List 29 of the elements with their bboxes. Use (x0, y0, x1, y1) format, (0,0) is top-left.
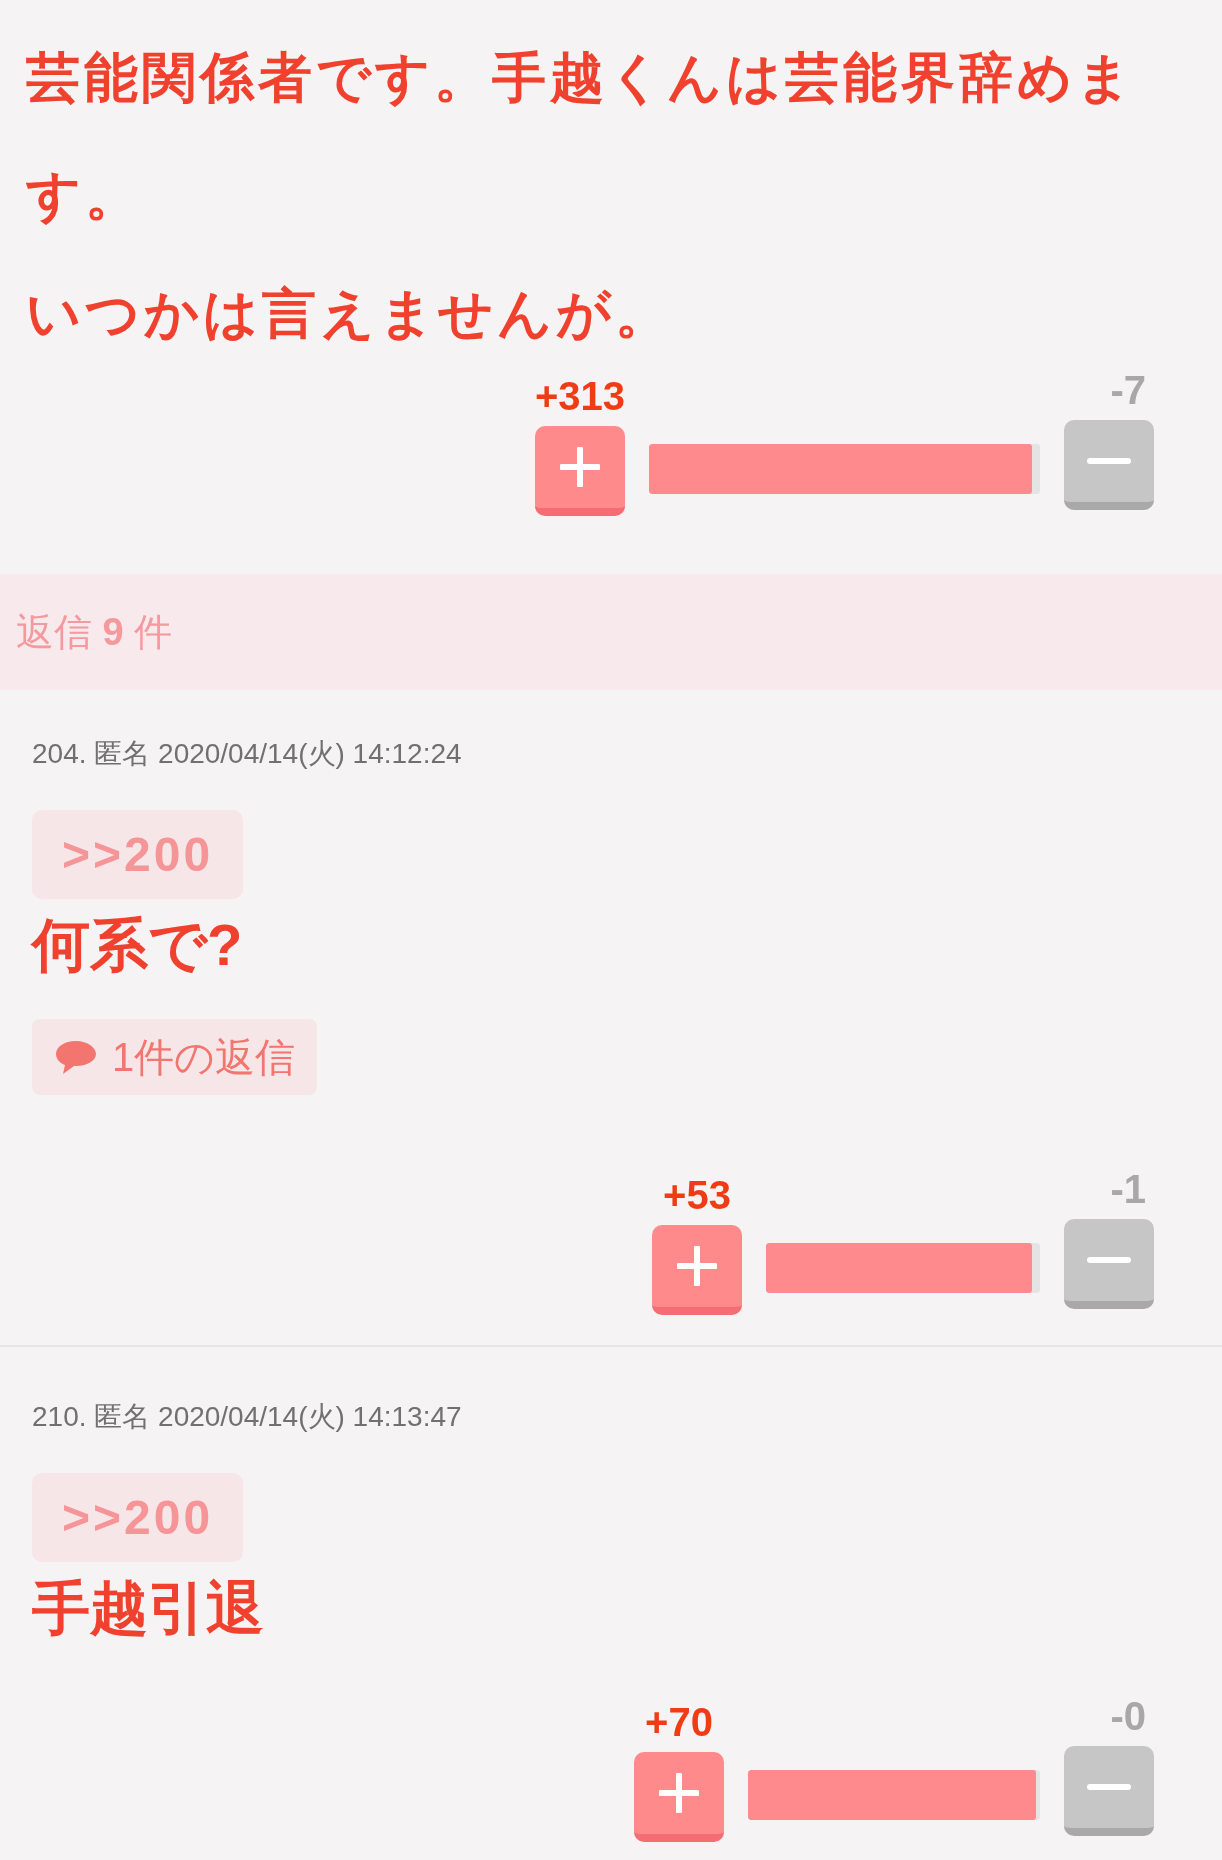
plus-icon (677, 1246, 717, 1286)
minus-icon (1087, 457, 1131, 465)
minus-button[interactable] (1064, 1746, 1154, 1836)
reply-anchor-link[interactable]: >>200 (32, 810, 244, 899)
plus-icon (559, 447, 600, 487)
minus-icon (1087, 1783, 1131, 1791)
plus-icon (659, 1773, 699, 1813)
replies-link[interactable]: 1件の返信 (32, 1019, 318, 1095)
speech-bubble-icon (54, 1039, 98, 1075)
plus-button[interactable] (634, 1752, 724, 1842)
plus-count: +313 (534, 374, 625, 418)
minus-button[interactable] (1064, 1219, 1154, 1309)
post-text: 芸能関係者です。手越くんは芸能界辞めます。 (26, 46, 1136, 227)
reply-anchor-link[interactable]: >>200 (32, 1473, 244, 1562)
reply-text: 何系で? (32, 911, 244, 979)
plus-button[interactable] (652, 1225, 742, 1315)
plus-count: +70 (645, 1700, 713, 1744)
minus-button[interactable] (1064, 420, 1154, 510)
post-meta: 204. 匿名 2020/04/14(火) 14:12:24 (32, 737, 463, 771)
replies-count: 返信 9 件 (16, 609, 173, 655)
post-text: いつかは言えませんが。 (26, 282, 674, 345)
plus-button[interactable] (534, 426, 625, 516)
minus-count: -1 (1110, 1167, 1147, 1211)
minus-count: -7 (1110, 368, 1147, 412)
minus-icon (1087, 1256, 1131, 1264)
reply-text: 手越引退 (32, 1574, 265, 1642)
minus-count: -0 (1110, 1694, 1147, 1738)
plus-count: +53 (663, 1173, 731, 1217)
post-meta: 210. 匿名 2020/04/14(火) 14:13:47 (32, 1400, 463, 1434)
